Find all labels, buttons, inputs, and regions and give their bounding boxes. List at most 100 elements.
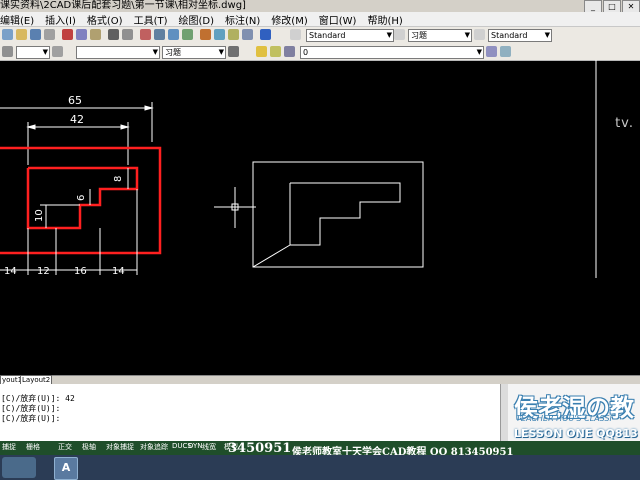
chevron-down-icon: ▼ [386, 31, 392, 39]
layer-manager-icon[interactable] [52, 46, 63, 57]
dim-text-12: 12 [37, 266, 50, 277]
properties-icon[interactable] [200, 29, 211, 40]
status-ortho[interactable]: 正交 [58, 442, 72, 452]
command-line-3: [C)/放弃(U)]: [1, 414, 61, 423]
drawing-canvas[interactable]: 65 42 8 6 10 14 12 16 14 tv. [0, 60, 640, 375]
text-style-value: Standard [309, 31, 346, 40]
dim-text-10: 10 [34, 209, 45, 222]
taskbar: A [0, 455, 640, 480]
print-icon[interactable] [44, 29, 55, 40]
layer-value: 0 [303, 48, 309, 57]
chevron-down-icon: ▼ [218, 48, 224, 56]
pan-icon[interactable] [140, 29, 151, 40]
lightbulb-icon[interactable] [256, 46, 267, 57]
start-button[interactable] [2, 457, 36, 478]
lock-icon[interactable] [284, 46, 295, 57]
chevron-down-icon: ▼ [42, 48, 48, 56]
workspace-select[interactable]: ▼ [16, 46, 50, 59]
status-polar[interactable]: 极轴 [82, 442, 96, 452]
zoom-previous-icon[interactable] [182, 29, 193, 40]
paste-icon[interactable] [90, 29, 101, 40]
dim-text-8: 8 [113, 176, 124, 182]
help-icon[interactable] [260, 29, 271, 40]
sun-icon[interactable] [270, 46, 281, 57]
chevron-down-icon: ▼ [544, 31, 550, 39]
layer-select[interactable]: 0 ▼ [300, 46, 484, 59]
dim-text-6: 6 [76, 195, 87, 201]
chevron-down-icon: ▼ [464, 31, 470, 39]
command-line-1: [C)/放弃(U)]: 42 [1, 394, 75, 403]
autocad-app-icon[interactable]: A [54, 457, 78, 480]
dim-style-icon [394, 29, 405, 40]
chevron-down-icon: ▼ [476, 48, 482, 56]
window-controls: _ □ ✕ [583, 0, 640, 13]
copy-outer-rectangle [252, 161, 424, 268]
table-style-icon [474, 29, 485, 40]
status-osnap[interactable]: 对象捕捉 [106, 442, 134, 452]
dim-text-42: 42 [70, 113, 84, 126]
status-bar: 捕捉 栅格 正交 极轴 对象捕捉 对象追踪 DUCS DYN 线宽 模型 345… [0, 441, 640, 458]
workspace-toolbar: ▼ ▼ 习题 ▼ 0 ▼ [0, 44, 640, 61]
window-title: 课实资料\2CAD课后配套习题\第一节课\相对坐标.dwg] [0, 0, 246, 11]
title-bar: 课实资料\2CAD课后配套习题\第一节课\相对坐标.dwg] _ □ ✕ [0, 0, 640, 13]
layer-previous-icon[interactable] [500, 46, 511, 57]
chevron-down-icon: ▼ [152, 48, 158, 56]
dim-text-14a: 14 [4, 266, 17, 277]
text-style-select[interactable]: Standard ▼ [306, 29, 394, 42]
menu-draw[interactable]: 绘图(D) [179, 12, 215, 27]
menu-window[interactable]: 窗口(W) [319, 12, 357, 27]
zoom-realtime-icon[interactable] [154, 29, 165, 40]
workspace-icon[interactable] [2, 46, 13, 57]
dim-text-16: 16 [74, 266, 87, 277]
dimension-42 [26, 122, 130, 165]
design-center-icon[interactable] [214, 29, 225, 40]
status-lineweight[interactable]: 线宽 [202, 442, 216, 452]
menu-help[interactable]: 帮助(H) [367, 12, 402, 27]
watermark-logo: 侯老湿の教 TEACHER HOU'S CLASSI LESSON ONE QQ… [508, 384, 640, 441]
watermark-lesson: LESSON ONE QQ813 [514, 427, 638, 440]
menu-modify[interactable]: 修改(M) [271, 12, 307, 27]
zoom-window-icon[interactable] [168, 29, 179, 40]
layer-dim-select[interactable]: ▼ [76, 46, 160, 59]
menu-bar: 编辑(E) 插入(I) 格式(O) 工具(T) 绘图(D) 标注(N) 修改(M… [0, 12, 640, 27]
dim-style-value: 习题 [411, 31, 427, 40]
dim-text-14b: 14 [112, 266, 125, 277]
command-window[interactable]: [C)/放弃(U)]: 42 [C)/放弃(U)]: [C)/放弃(U)]: [0, 384, 500, 441]
crosshair-cursor [214, 187, 256, 228]
status-snap[interactable]: 捕捉 [2, 442, 16, 452]
sheet-set-icon[interactable] [242, 29, 253, 40]
rubberband-line [252, 244, 291, 268]
save-icon[interactable] [30, 29, 41, 40]
bottom-dimension-line [0, 189, 138, 275]
drawing-svg: 65 42 8 6 10 14 12 16 14 [0, 60, 597, 278]
layout-tabs: yout1 Layout2 [0, 375, 640, 385]
open-icon[interactable] [16, 29, 27, 40]
copy-stepped-profile [289, 182, 401, 246]
menu-tools[interactable]: 工具(T) [134, 12, 168, 27]
status-grid[interactable]: 栅格 [26, 442, 40, 452]
command-line-2: [C)/放弃(U)]: [1, 404, 61, 413]
menu-format[interactable]: 格式(O) [87, 12, 123, 27]
dim-style-select[interactable]: 习题 ▼ [408, 29, 472, 42]
corner-text: tv. [615, 116, 634, 131]
undo-icon[interactable] [108, 29, 119, 40]
tool-palettes-icon[interactable] [228, 29, 239, 40]
table-style-value: Standard [491, 31, 528, 40]
cut-icon[interactable] [62, 29, 73, 40]
text-style-icon [290, 29, 301, 40]
new-icon[interactable] [2, 29, 13, 40]
status-dyn[interactable]: DYN [188, 442, 203, 450]
dimension-10 [40, 204, 80, 228]
redo-icon[interactable] [122, 29, 133, 40]
menu-dimension[interactable]: 标注(N) [225, 12, 260, 27]
dim-style-select-2[interactable]: 习题 ▼ [162, 46, 226, 59]
pen-icon[interactable] [228, 46, 239, 57]
copy-icon[interactable] [76, 29, 87, 40]
menu-edit[interactable]: 编辑(E) [0, 12, 34, 27]
make-current-icon[interactable] [486, 46, 497, 57]
standard-toolbar: Standard ▼ 习题 ▼ Standard ▼ [0, 27, 640, 45]
overlay-qq: 3450951 [228, 441, 292, 456]
status-otrack[interactable]: 对象追踪 [140, 442, 168, 452]
table-style-select[interactable]: Standard ▼ [488, 29, 552, 42]
menu-insert[interactable]: 插入(I) [45, 12, 76, 27]
